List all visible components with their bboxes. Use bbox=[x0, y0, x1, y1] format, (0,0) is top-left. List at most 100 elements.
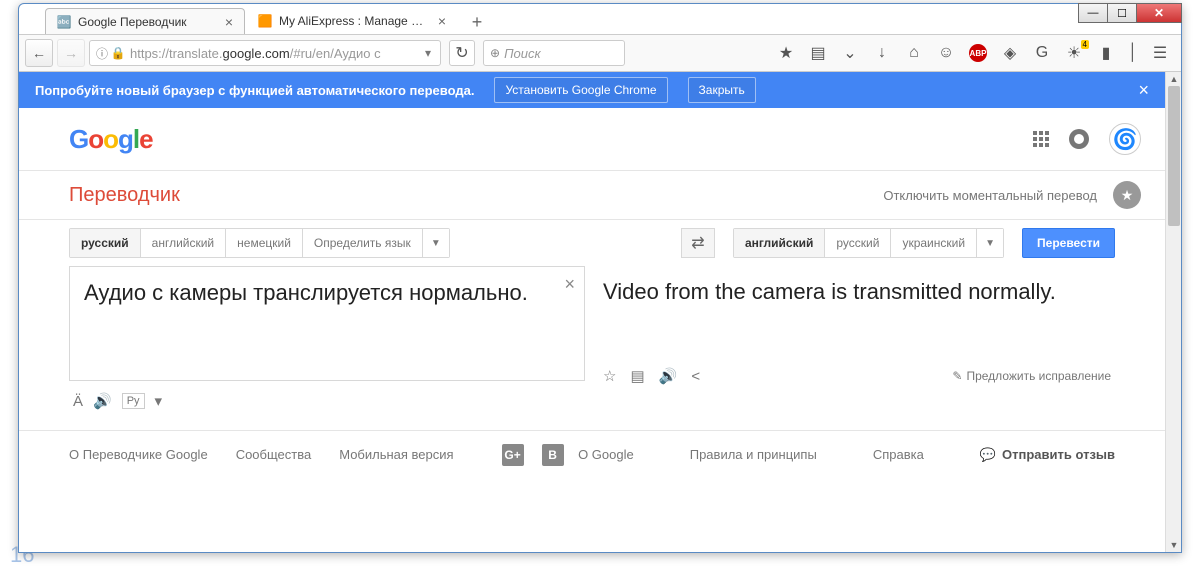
battery-icon[interactable]: ▮ bbox=[1097, 44, 1115, 62]
minimize-button[interactable]: — bbox=[1078, 3, 1108, 23]
browser-tab-translate[interactable]: 🔤 Google Переводчик × bbox=[45, 8, 245, 34]
feedback-icon: 💬 bbox=[980, 447, 996, 463]
browser-window: 🔤 Google Переводчик × 🟧 My AliExpress : … bbox=[18, 3, 1182, 553]
pencil-icon: ✎ bbox=[952, 369, 962, 383]
swap-languages-button[interactable]: ⇄ bbox=[681, 228, 715, 258]
listen-source-icon[interactable]: 🔊 bbox=[93, 392, 112, 410]
reload-button[interactable]: ↻ bbox=[449, 40, 475, 66]
listen-translation-icon[interactable]: 🔊 bbox=[659, 367, 678, 385]
page-footer: О Переводчике Google Сообщества Мобильна… bbox=[19, 430, 1165, 478]
footer-about-translate[interactable]: О Переводчике Google bbox=[69, 447, 208, 462]
bookmark-star-icon[interactable]: ★ bbox=[777, 44, 795, 62]
reader-icon[interactable]: ▤ bbox=[809, 44, 827, 62]
send-feedback-link[interactable]: 💬 Отправить отзыв bbox=[980, 447, 1115, 463]
search-box[interactable]: ⊕ Поиск bbox=[483, 40, 625, 66]
src-lang-dropdown-icon[interactable]: ▼ bbox=[423, 229, 449, 257]
source-tools: Ä 🔊 Ру ▾ bbox=[69, 386, 585, 416]
home-icon[interactable]: ⌂ bbox=[905, 44, 923, 62]
special-chars-icon[interactable]: Ä bbox=[73, 393, 83, 410]
search-placeholder: Поиск bbox=[504, 46, 541, 61]
clear-input-icon[interactable]: × bbox=[564, 274, 575, 295]
browser-tab-aliexpress[interactable]: 🟧 My AliExpress : Manage Or... × bbox=[247, 8, 457, 34]
separator-icon: │ bbox=[1129, 44, 1137, 62]
share-translation-icon[interactable]: < bbox=[691, 368, 700, 385]
google-logo[interactable]: Google bbox=[69, 124, 153, 155]
translation-output: Video from the camera is transmitted nor… bbox=[599, 266, 1115, 361]
google-apps-icon[interactable] bbox=[1033, 131, 1049, 147]
pocket-icon[interactable]: ⌄ bbox=[841, 44, 859, 62]
google-plus-icon[interactable]: G+ bbox=[502, 444, 524, 466]
google-header: Google 🌀 bbox=[19, 108, 1165, 170]
translate-button[interactable]: Перевести bbox=[1022, 228, 1115, 258]
forward-button[interactable]: → bbox=[57, 39, 85, 67]
src-lang-russian[interactable]: русский bbox=[70, 229, 141, 257]
language-bar: русский английский немецкий Определить я… bbox=[19, 220, 1165, 266]
suggest-edit-link[interactable]: ✎ Предложить исправление bbox=[952, 369, 1111, 383]
toolbar-actions: ★ ▤ ⌄ ↓ ⌂ ☺ ABP ◈ G ☀4 ▮ │ ☰ bbox=[777, 44, 1175, 62]
target-icon[interactable]: ◈ bbox=[1001, 44, 1019, 62]
site-info-icon[interactable]: ⓘ bbox=[94, 45, 110, 62]
blogger-icon[interactable]: B bbox=[542, 444, 564, 466]
install-chrome-button[interactable]: Установить Google Chrome bbox=[494, 77, 667, 103]
maximize-button[interactable]: ☐ bbox=[1107, 3, 1137, 23]
tab-close-icon[interactable]: × bbox=[435, 14, 449, 28]
smile-icon[interactable]: ☺ bbox=[937, 44, 955, 62]
tgt-lang-ukrainian[interactable]: украинский bbox=[891, 229, 977, 257]
adblock-icon[interactable]: ABP bbox=[969, 44, 987, 62]
window-close-button[interactable]: ✕ bbox=[1136, 3, 1182, 23]
tgt-lang-dropdown-icon[interactable]: ▼ bbox=[977, 229, 1003, 257]
app-title-bar: Переводчик Отключить моментальный перево… bbox=[19, 170, 1165, 220]
tab-strip: 🔤 Google Переводчик × 🟧 My AliExpress : … bbox=[19, 4, 1181, 34]
weather-icon[interactable]: ☀4 bbox=[1065, 44, 1083, 62]
lock-icon: 🔒 bbox=[110, 46, 126, 60]
footer-help[interactable]: Справка bbox=[873, 447, 924, 462]
scroll-up-icon[interactable]: ▲ bbox=[1166, 72, 1181, 86]
source-panel: × Ä 🔊 Ру ▾ bbox=[69, 266, 585, 416]
src-lang-detect[interactable]: Определить язык bbox=[303, 229, 423, 257]
google-ext-icon[interactable]: G bbox=[1033, 44, 1051, 62]
promo-close-icon[interactable]: × bbox=[1138, 80, 1149, 101]
user-avatar[interactable]: 🌀 bbox=[1109, 123, 1141, 155]
source-textarea[interactable] bbox=[69, 266, 585, 381]
phrasebook-icon[interactable]: ★ bbox=[1113, 181, 1141, 209]
footer-terms[interactable]: Правила и принципы bbox=[690, 447, 817, 462]
translate-area: × Ä 🔊 Ру ▾ Video from the camera is tran… bbox=[19, 266, 1165, 416]
src-lang-english[interactable]: английский bbox=[141, 229, 226, 257]
target-tools: ☆ ▤ 🔊 < ✎ Предложить исправление bbox=[599, 361, 1115, 391]
notifications-icon[interactable] bbox=[1069, 129, 1089, 149]
tab-title: Google Переводчик bbox=[78, 15, 216, 29]
scrollbar-thumb[interactable] bbox=[1168, 86, 1180, 226]
target-panel: Video from the camera is transmitted nor… bbox=[599, 266, 1115, 416]
footer-about-google[interactable]: О Google bbox=[578, 447, 634, 462]
url-bar[interactable]: ⓘ 🔒 https://translate.google.com/#ru/en/… bbox=[89, 40, 441, 66]
tgt-lang-english[interactable]: английский bbox=[734, 229, 825, 257]
input-method-button[interactable]: Ру bbox=[122, 393, 145, 409]
tgt-lang-russian[interactable]: русский bbox=[825, 229, 891, 257]
instant-translate-toggle[interactable]: Отключить моментальный перевод bbox=[883, 188, 1097, 203]
menu-icon[interactable]: ☰ bbox=[1151, 44, 1169, 62]
back-button[interactable]: ← bbox=[25, 39, 53, 67]
close-promo-button[interactable]: Закрыть bbox=[688, 77, 756, 103]
source-lang-tabs: русский английский немецкий Определить я… bbox=[69, 228, 450, 258]
tab-title: My AliExpress : Manage Or... bbox=[279, 14, 429, 28]
input-method-dropdown-icon[interactable]: ▾ bbox=[155, 392, 163, 410]
chrome-promo-banner: Попробуйте новый браузер с функцией авто… bbox=[19, 72, 1165, 108]
save-translation-icon[interactable]: ☆ bbox=[603, 367, 616, 385]
src-lang-german[interactable]: немецкий bbox=[226, 229, 303, 257]
browser-toolbar: ← → ⓘ 🔒 https://translate.google.com/#ru… bbox=[19, 34, 1181, 72]
app-title: Переводчик bbox=[69, 184, 180, 207]
footer-mobile[interactable]: Мобильная версия bbox=[339, 447, 453, 462]
promo-text: Попробуйте новый браузер с функцией авто… bbox=[35, 83, 474, 98]
window-controls: — ☐ ✕ bbox=[1079, 3, 1182, 25]
downloads-icon[interactable]: ↓ bbox=[873, 44, 891, 62]
dropdown-icon[interactable]: ▾ bbox=[420, 46, 436, 60]
copy-translation-icon[interactable]: ▤ bbox=[630, 367, 644, 385]
scrollbar[interactable]: ▲ ▼ bbox=[1165, 72, 1181, 552]
scroll-down-icon[interactable]: ▼ bbox=[1166, 538, 1181, 552]
tab-favicon-icon: 🔤 bbox=[56, 14, 72, 30]
page-content: ▲ ▼ Попробуйте новый браузер с функцией … bbox=[19, 72, 1181, 552]
tab-close-icon[interactable]: × bbox=[222, 15, 236, 29]
new-tab-button[interactable]: + bbox=[465, 10, 489, 34]
footer-community[interactable]: Сообщества bbox=[236, 447, 312, 462]
target-lang-tabs: английский русский украинский ▼ bbox=[733, 228, 1004, 258]
